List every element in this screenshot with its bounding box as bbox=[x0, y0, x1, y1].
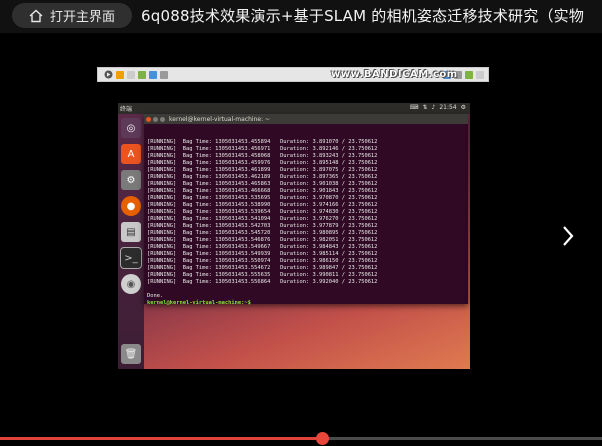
terminal-line: [RUNNING] Bag Time: 1305031453.545720 Du… bbox=[147, 230, 378, 236]
terminal-titlebar: kernel@kernel-virtual-machine: ~ bbox=[144, 114, 468, 124]
recorder-toolbar: www.BANDICAM.com bbox=[97, 67, 489, 82]
unity-launcher: ◎ A ⚙ ● ▤ >_ ◉ 🗑 bbox=[118, 114, 144, 369]
volume-icon: ♪ bbox=[431, 104, 436, 111]
top-bar: 打开主界面 6q088技术效果演示+基于SLAM 的相机姿态迁移技术研究（实物 bbox=[0, 0, 602, 33]
trash-icon[interactable]: 🗑 bbox=[121, 344, 141, 364]
terminal-line: [RUNNING] Bag Time: 1305031453.456971 Du… bbox=[147, 146, 378, 152]
software-center-icon[interactable]: A bbox=[121, 144, 141, 164]
terminal-line: [RUNNING] Bag Time: 1305031453.539654 Du… bbox=[147, 209, 378, 215]
terminal-icon[interactable]: >_ bbox=[120, 247, 142, 269]
progress-handle[interactable] bbox=[316, 432, 330, 445]
terminal-line: [RUNNING] Bag Time: 1305031453.549667 Du… bbox=[147, 244, 378, 250]
player-icon bbox=[104, 70, 113, 79]
video-title: 6q088技术效果演示+基于SLAM 的相机姿态迁移技术研究（实物 bbox=[141, 7, 585, 25]
tool-icon bbox=[476, 70, 484, 79]
home-icon bbox=[29, 9, 43, 22]
terminal-line: [RUNNING] Bag Time: 1305031453.466668 Du… bbox=[147, 188, 378, 194]
terminal-line: [RUNNING] Bag Time: 1305031453.461899 Du… bbox=[147, 167, 378, 173]
chevron-right-icon[interactable] bbox=[560, 224, 576, 248]
firefox-icon[interactable]: ● bbox=[121, 196, 141, 216]
settings-icon[interactable]: ⚙ bbox=[121, 170, 141, 190]
terminal-title: kernel@kernel-virtual-machine: ~ bbox=[169, 115, 271, 123]
terminal-line: [RUNNING] Bag Time: 1305031453.550974 Du… bbox=[147, 258, 378, 264]
tool-icon bbox=[160, 70, 168, 79]
minimize-icon[interactable] bbox=[153, 116, 158, 122]
terminal-line: [RUNNING] Bag Time: 1305031453.555635 Du… bbox=[147, 272, 378, 278]
shell-prompt: kernel@kernel-virtual-machine:~$ bbox=[147, 300, 251, 306]
terminal-line: Done. bbox=[147, 293, 164, 299]
ubuntu-desktop: 终端 ⌨ ⇅ ♪ 21:54 ⚙ ◎ A ⚙ ● ▤ >_ ◉ 🗑 kernel… bbox=[118, 103, 470, 369]
keyboard-icon: ⌨ bbox=[409, 104, 419, 111]
files-icon[interactable]: ▤ bbox=[121, 222, 141, 242]
tool-icon bbox=[465, 70, 473, 79]
pause-icon bbox=[116, 70, 124, 79]
gear-icon: ⚙ bbox=[460, 104, 466, 111]
terminal-output: [RUNNING] Bag Time: 1305031453.455894 Du… bbox=[144, 124, 468, 321]
terminal-line: [RUNNING] Bag Time: 1305031453.465863 Du… bbox=[147, 181, 378, 187]
terminal-line: [RUNNING] Bag Time: 1305031453.458068 Du… bbox=[147, 153, 378, 159]
terminal-line: [RUNNING] Bag Time: 1305031453.541094 Du… bbox=[147, 216, 378, 222]
tool-icon bbox=[149, 70, 157, 79]
tool-icon bbox=[127, 70, 135, 79]
video-progress-bar[interactable] bbox=[0, 432, 602, 445]
dvd-icon[interactable]: ◉ bbox=[121, 274, 141, 294]
home-button-label: 打开主界面 bbox=[50, 10, 116, 25]
terminal-line: [RUNNING] Bag Time: 1305031453.455894 Du… bbox=[147, 139, 378, 145]
terminal-line: [RUNNING] Bag Time: 1305031453.538990 Du… bbox=[147, 202, 378, 208]
terminal-scrollbar[interactable] bbox=[465, 124, 468, 304]
terminal-line: [RUNNING] Bag Time: 1305031453.542703 Du… bbox=[147, 223, 378, 229]
maximize-icon[interactable] bbox=[160, 116, 165, 122]
terminal-line: [RUNNING] Bag Time: 1305031453.556864 Du… bbox=[147, 279, 378, 285]
open-main-window-button[interactable]: 打开主界面 bbox=[12, 3, 132, 28]
progress-played bbox=[0, 437, 323, 440]
close-icon[interactable] bbox=[146, 116, 151, 122]
clock: 21:54 bbox=[439, 104, 457, 111]
desktop-top-panel: 终端 ⌨ ⇅ ♪ 21:54 ⚙ bbox=[118, 103, 470, 114]
bandicam-watermark: www.BANDICAM.com bbox=[331, 69, 458, 80]
terminal-line: [RUNNING] Bag Time: 1305031453.462189 Du… bbox=[147, 174, 378, 180]
terminal-line: [RUNNING] Bag Time: 1305031453.546876 Du… bbox=[147, 237, 378, 243]
terminal-line: [RUNNING] Bag Time: 1305031453.535695 Du… bbox=[147, 195, 378, 201]
tool-icon bbox=[138, 70, 146, 79]
terminal-line: [RUNNING] Bag Time: 1305031453.459976 Du… bbox=[147, 160, 378, 166]
terminal-line: [RUNNING] Bag Time: 1305031453.554672 Du… bbox=[147, 265, 378, 271]
terminal-window[interactable]: kernel@kernel-virtual-machine: ~ [RUNNIN… bbox=[144, 114, 468, 306]
active-app-name: 终端 bbox=[120, 106, 133, 113]
ubuntu-dash-icon[interactable]: ◎ bbox=[121, 118, 141, 138]
network-icon: ⇅ bbox=[422, 104, 428, 111]
terminal-line: [RUNNING] Bag Time: 1305031453.549939 Du… bbox=[147, 251, 378, 257]
